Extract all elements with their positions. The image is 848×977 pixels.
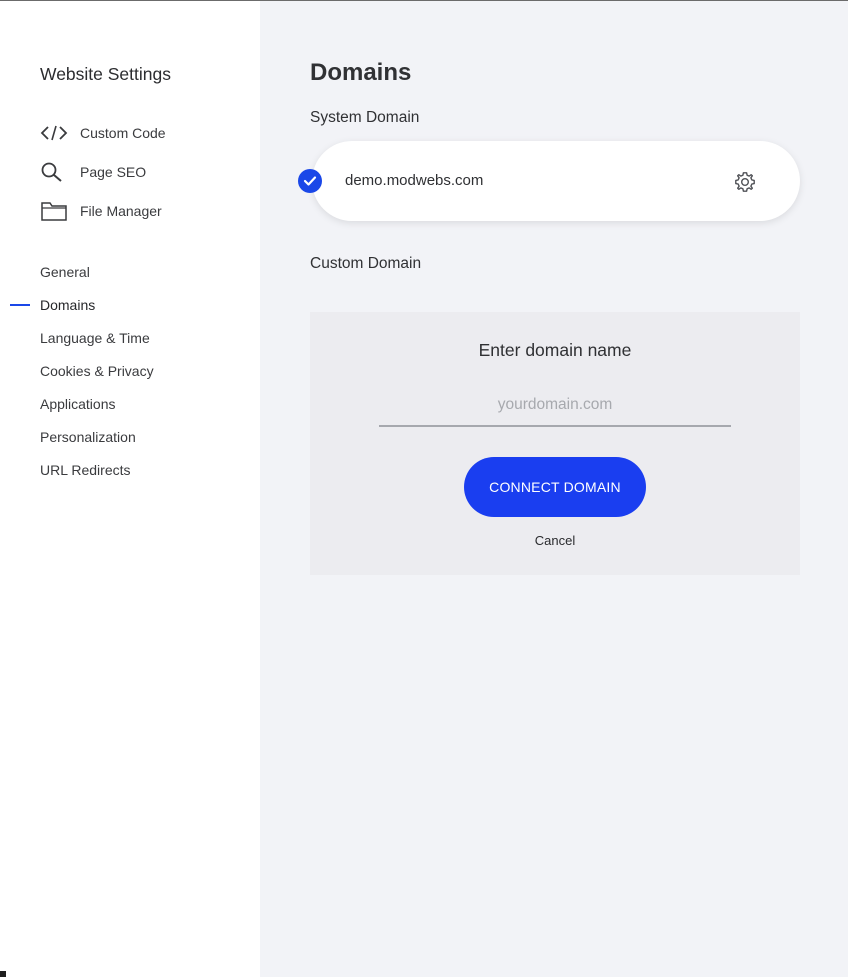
nav-general[interactable]: General — [40, 264, 90, 280]
gear-icon[interactable] — [732, 169, 758, 195]
tool-custom-code[interactable]: Custom Code — [40, 121, 240, 145]
settings-sidebar: Website Settings Custom Code Page SEO Fi… — [0, 1, 260, 977]
nav-applications[interactable]: Applications — [40, 396, 116, 412]
folder-icon — [40, 199, 70, 223]
cancel-link[interactable]: Cancel — [310, 533, 800, 548]
tool-label: Page SEO — [80, 164, 147, 180]
sidebar-title: Website Settings — [40, 64, 171, 84]
tool-file-manager[interactable]: File Manager — [40, 199, 240, 223]
nav-url-redirects[interactable]: URL Redirects — [40, 462, 131, 478]
custom-domain-panel: Enter domain name CONNECT DOMAIN Cancel — [310, 312, 800, 575]
nav-domains[interactable]: Domains — [40, 297, 95, 313]
enter-domain-prompt: Enter domain name — [478, 340, 632, 360]
tool-label: File Manager — [80, 203, 162, 219]
custom-domain-label: Custom Domain — [310, 255, 422, 272]
nav-cookies-privacy[interactable]: Cookies & Privacy — [40, 363, 154, 379]
nav-personalization[interactable]: Personalization — [40, 429, 136, 445]
window-corner — [0, 971, 6, 977]
tool-label: Custom Code — [80, 125, 166, 141]
connect-domain-button[interactable]: CONNECT DOMAIN — [464, 457, 646, 517]
active-nav-indicator — [10, 304, 30, 306]
check-circle-icon — [298, 169, 322, 193]
page-title: Domains — [310, 59, 412, 86]
domain-name-input[interactable] — [379, 384, 731, 427]
code-icon — [40, 121, 70, 145]
tool-page-seo[interactable]: Page SEO — [40, 160, 240, 184]
nav-language-time[interactable]: Language & Time — [40, 330, 150, 346]
domains-content: Domains System Domain demo.modwebs.com C… — [260, 1, 848, 977]
system-domain-name: demo.modwebs.com — [345, 172, 484, 189]
search-icon — [40, 160, 70, 184]
system-domain-label: System Domain — [310, 109, 420, 126]
